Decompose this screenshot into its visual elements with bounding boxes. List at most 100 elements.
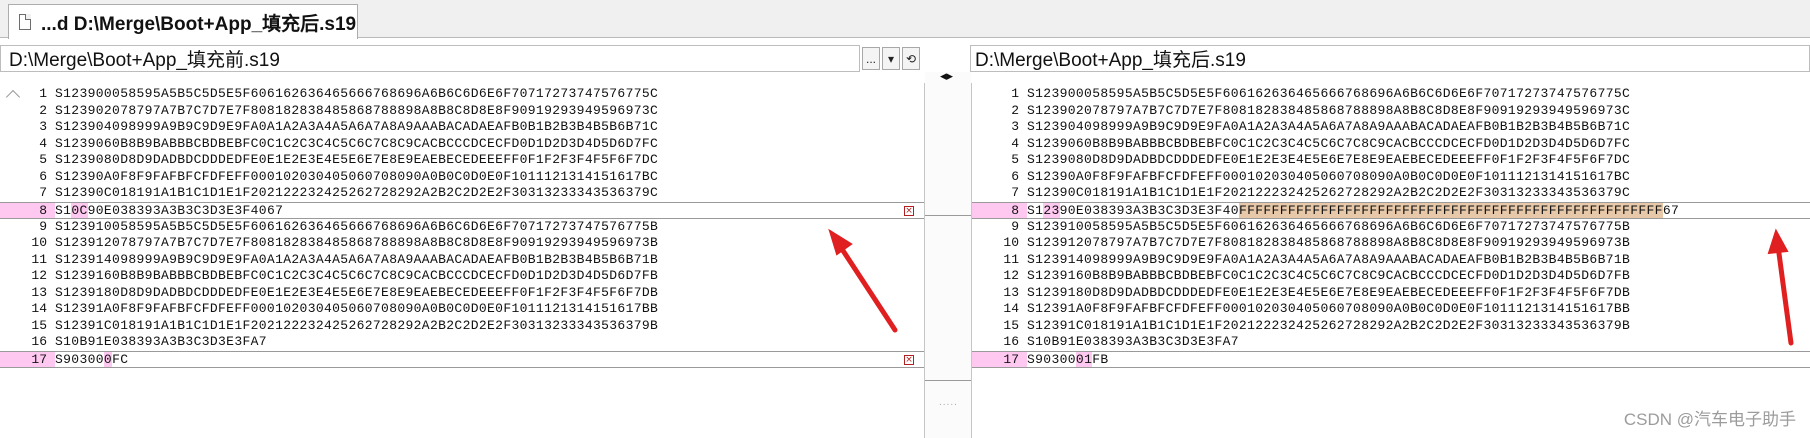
line-text: S1239080D8D9DADBDCDDDEDFE0E1E2E3E4E5E6E7… <box>1027 152 1631 167</box>
line-row[interactable]: 4 S1239060B8B9BABBBCBDBEBFC0C1C2C3C4C5C6C… <box>972 136 1810 153</box>
line-text: S123902078797A7B7C7D7E7F8081828384858687… <box>55 102 659 118</box>
line-row[interactable]: 9 S123910058595A5B5C5D5E5F606162636465666… <box>0 219 924 236</box>
line-row[interactable]: 7 S12390C018191A1B1C1D1E1F202122232425262… <box>0 185 924 202</box>
line-text: S123900058595A5B5C5D5E5F6061626364656667… <box>1027 86 1631 101</box>
line-row[interactable]: 5 S1239080D8D9DADBDCDDDEDFE0E1E2E3E4E5E6E… <box>0 152 924 169</box>
line-row[interactable]: 4 S1239060B8B9BABBBCBDBEBFC0C1C2C3C4C5C6C… <box>0 136 924 153</box>
line-row[interactable]: 16 S10B91E038393A3B3C3D3E3FA7 <box>972 334 1810 351</box>
line-number: 12 <box>31 268 47 283</box>
tab-compare-file[interactable]: ...d D:\Merge\Boot+App_填充后.s19 <box>8 4 358 39</box>
line-number: 7 <box>39 185 47 200</box>
line-row[interactable]: 9 S123910058595A5B5C5D5E5F606162636465666… <box>972 219 1810 236</box>
line-row[interactable]: 12 S1239160B8B9BABBBCBDBEBFC0C1C2C3C4C5C6… <box>972 268 1810 285</box>
line-text: S10B91E038393A3B3C3D3E3FA7 <box>1027 334 1239 349</box>
changed-segment: 23 <box>1043 202 1060 218</box>
line-text: S12390E038393A3B3C3D3E3F40FFFFFFFFFFFFFF… <box>1027 202 1679 218</box>
line-number: 11 <box>31 251 47 267</box>
line-text: S12390A0F8F9FAFBFCFDFEFF0001020304050607… <box>1027 168 1631 184</box>
line-text: S1239180D8D9DADBDCDDDEDFE0E1E2E3E4E5E6E7… <box>1027 284 1631 300</box>
right-lines: 1 S123900058595A5B5C5D5E5F606162636465666… <box>972 86 1810 368</box>
line-number: 14 <box>1003 301 1019 316</box>
line-row[interactable]: 10 S123912078797A7B7C7D7E7F80818283848586… <box>0 235 924 252</box>
tab-strip: ...d D:\Merge\Boot+App_填充后.s19 <box>0 0 1810 39</box>
line-text: S12391A0F8F9FAFBFCFDFEFF0001020304050607… <box>1027 301 1631 316</box>
line-row[interactable]: 12 S1239160B8B9BABBBCBDBEBFC0C1C2C3C4C5C6… <box>0 268 924 285</box>
line-row[interactable]: 14 S12391A0F8F9FAFBFCFDFEFF00010203040506… <box>972 301 1810 318</box>
line-row[interactable]: 14 S12391A0F8F9FAFBFCFDFEFF00010203040506… <box>0 301 924 318</box>
line-text: S123910058595A5B5C5D5E5F6061626364656667… <box>55 218 659 234</box>
line-row[interactable]: 11 S123914098999A9B9C9D9E9FA0A1A2A3A4A5A6… <box>0 252 924 269</box>
changed-segment: 0C <box>71 202 88 218</box>
line-text: S1239080D8D9DADBDCDDDEDFE0E1E2E3E4E5E6E7… <box>55 152 659 167</box>
line-text: S1239060B8B9BABBBCBDBEBFC0C1C2C3C4C5C6C7… <box>55 135 659 151</box>
line-segment: 90E038393A3B3C3D3E3F40 <box>1059 202 1239 218</box>
line-number: 6 <box>1011 168 1019 184</box>
line-number: 6 <box>39 168 47 184</box>
left-lines: 1 S123900058595A5B5C5D5E5F606162636465666… <box>0 86 924 368</box>
sync-arrows-icon[interactable]: ◂▸ <box>940 69 953 84</box>
line-row[interactable]: 13 S1239180D8D9DADBDCDDDEDFE0E1E2E3E4E5E6… <box>0 285 924 302</box>
line-number: 3 <box>1011 119 1019 134</box>
line-text: S123904098999A9B9C9D9E9FA0A1A2A3A4A5A6A7… <box>1027 119 1631 134</box>
refresh-button[interactable]: ⟲ <box>902 47 920 70</box>
browse-button[interactable]: ... <box>862 47 880 70</box>
line-number: 10 <box>31 235 47 250</box>
line-text: S123914098999A9B9C9D9E9FA0A1A2A3A4A5A6A7… <box>55 251 659 267</box>
line-row[interactable]: 15 S12391C018191A1B1C1D1E1F20212223242526… <box>972 318 1810 335</box>
line-text: S10C90E038393A3B3C3D3E3F4067 <box>55 202 284 218</box>
line-row[interactable]: 6 S12390A0F8F9FAFBFCFDFEFF000102030405060… <box>0 169 924 186</box>
line-segment: S1 <box>1027 202 1044 218</box>
line-number: 2 <box>1011 102 1019 118</box>
line-number: 17 <box>972 351 1027 367</box>
line-row[interactable]: 11 S123914098999A9B9C9D9E9FA0A1A2A3A4A5A6… <box>972 252 1810 269</box>
line-text: S12390A0F8F9FAFBFCFDFEFF0001020304050607… <box>55 168 659 184</box>
line-segment: 90E038393A3B3C3D3E3F40 <box>87 202 267 218</box>
line-number: 13 <box>31 284 47 300</box>
right-path-text: D:\Merge\Boot+App_填充后.s19 <box>975 50 1246 71</box>
left-path-text: D:\Merge\Boot+App_填充前.s19 <box>9 50 280 71</box>
line-row[interactable]: 3 S123904098999A9B9C9D9E9FA0A1A2A3A4A5A6A… <box>972 119 1810 136</box>
right-text-pane[interactable]: 1 S123900058595A5B5C5D5E5F606162636465666… <box>971 83 1810 438</box>
line-text: S1239060B8B9BABBBCBDBEBFC0C1C2C3C4C5C6C7… <box>1027 135 1631 151</box>
gutter-dots: ..... <box>939 397 958 408</box>
line-number: 9 <box>39 218 47 234</box>
line-row[interactable]: 6 S12390A0F8F9FAFBFCFDFEFF000102030405060… <box>972 169 1810 186</box>
left-text-pane[interactable]: 1 S123900058595A5B5C5D5E5F606162636465666… <box>0 83 925 438</box>
diff-line-row[interactable]: 8 × S10C90E038393A3B3C3D3E3F4067 <box>0 201 924 219</box>
inserted-segment: FFFFFFFFFFFFFFFFFFFFFFFFFFFFFFFFFFFFFFFF… <box>1238 202 1663 218</box>
line-row[interactable]: 3 S123904098999A9B9C9D9E9FA0A1A2A3A4A5A6A… <box>0 119 924 136</box>
line-number: 8 <box>972 202 1027 218</box>
left-path-field[interactable]: D:\Merge\Boot+App_填充前.s19 <box>0 45 860 72</box>
right-path-bar[interactable]: D:\Merge\Boot+App_填充后.s19 <box>970 45 1810 72</box>
line-row[interactable]: 16 S10B91E038393A3B3C3D3E3FA7 <box>0 334 924 351</box>
diff-marker-icon: × <box>904 354 914 365</box>
line-row[interactable]: 2 S123902078797A7B7C7D7E7F808182838485868… <box>0 103 924 120</box>
line-number: 15 <box>31 317 47 333</box>
line-segment: 67 <box>266 202 284 218</box>
line-text: S123910058595A5B5C5D5E5F6061626364656667… <box>1027 218 1631 234</box>
line-number: 9 <box>1011 218 1019 234</box>
line-number: 4 <box>1011 135 1019 151</box>
line-text: S9030001FB <box>1027 351 1109 367</box>
line-row[interactable]: 1 S123900058595A5B5C5D5E5F606162636465666… <box>0 86 924 103</box>
dropdown-button[interactable]: ▾ <box>882 47 900 70</box>
line-text: S1239160B8B9BABBBCBDBEBFC0C1C2C3C4C5C6C7… <box>55 268 659 283</box>
line-text: S123902078797A7B7C7D7E7F8081828384858687… <box>1027 102 1631 118</box>
line-number: 12 <box>1003 268 1019 283</box>
diff-line-row[interactable]: 17 S9030001FB <box>972 350 1810 368</box>
line-row[interactable]: 7 S12390C018191A1B1C1D1E1F202122232425262… <box>972 185 1810 202</box>
diff-line-row[interactable]: 17 × S903000FC <box>0 350 924 368</box>
line-text: S123912078797A7B7C7D7E7F8081828384858687… <box>55 235 659 250</box>
line-row[interactable]: 2 S123902078797A7B7C7D7E7F808182838485868… <box>972 103 1810 120</box>
line-row[interactable]: 5 S1239080D8D9DADBDCDDDEDFE0E1E2E3E4E5E6E… <box>972 152 1810 169</box>
line-number: 11 <box>1003 251 1019 267</box>
line-row[interactable]: 10 S123912078797A7B7C7D7E7F80818283848586… <box>972 235 1810 252</box>
line-text: S123900058595A5B5C5D5E5F6061626364656667… <box>55 86 659 101</box>
diff-line-row[interactable]: 8 S12390E038393A3B3C3D3E3F40FFFFFFFFFFFFF… <box>972 201 1810 219</box>
line-row[interactable]: 13 S1239180D8D9DADBDCDDDEDFE0E1E2E3E4E5E6… <box>972 285 1810 302</box>
line-number: 14 <box>31 301 47 316</box>
line-text: S123912078797A7B7C7D7E7F8081828384858687… <box>1027 235 1631 250</box>
changed-segment: 0 <box>103 351 113 367</box>
line-row[interactable]: 15 S12391C018191A1B1C1D1E1F20212223242526… <box>0 318 924 335</box>
line-row[interactable]: 1 S123900058595A5B5C5D5E5F606162636465666… <box>972 86 1810 103</box>
